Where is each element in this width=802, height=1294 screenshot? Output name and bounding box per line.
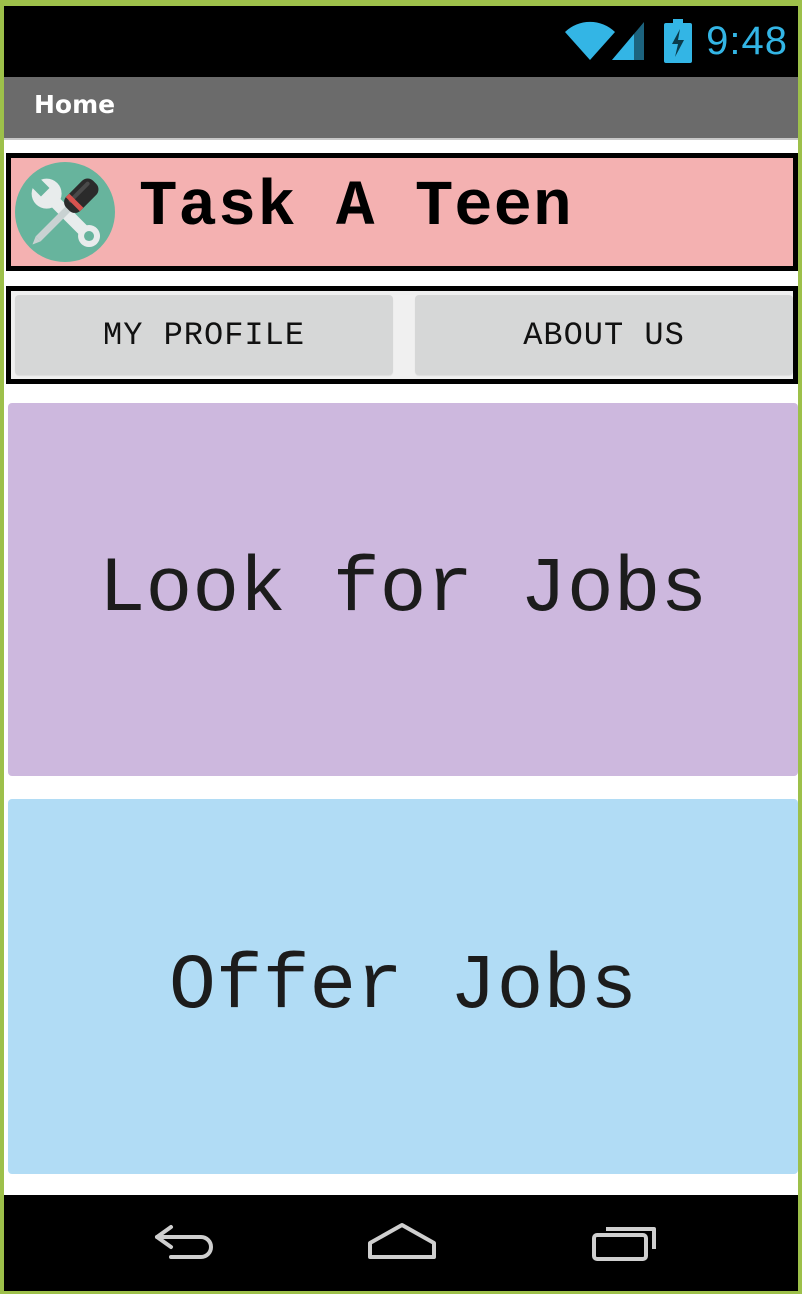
status-icons: 9:48 (564, 16, 788, 66)
profile-about-bar: MY PROFILE ABOUT US (6, 286, 798, 384)
home-icon[interactable] (362, 1211, 442, 1271)
recent-apps-icon[interactable] (586, 1211, 666, 1271)
offer-jobs-button[interactable]: Offer Jobs (8, 799, 798, 1174)
look-for-jobs-button[interactable]: Look for Jobs (8, 403, 798, 776)
action-bar: Home (4, 77, 798, 140)
device-frame: 9:48 Home Task A Teen MY PROFILE ABOUT U… (0, 0, 802, 1294)
app-name: Task A Teen (139, 172, 573, 244)
wifi-icon (564, 20, 616, 62)
status-bar: 9:48 (4, 6, 798, 77)
about-us-button[interactable]: ABOUT US (415, 295, 793, 375)
my-profile-button[interactable]: MY PROFILE (15, 295, 393, 375)
system-navigation-bar (4, 1195, 798, 1291)
battery-icon (664, 19, 693, 63)
page-title: Home (34, 90, 116, 119)
signal-icon (610, 20, 646, 62)
screwdriver-wrench-icon (15, 162, 115, 262)
back-icon[interactable] (144, 1211, 224, 1271)
app-header-banner: Task A Teen (6, 153, 798, 271)
status-clock: 9:48 (706, 18, 788, 63)
